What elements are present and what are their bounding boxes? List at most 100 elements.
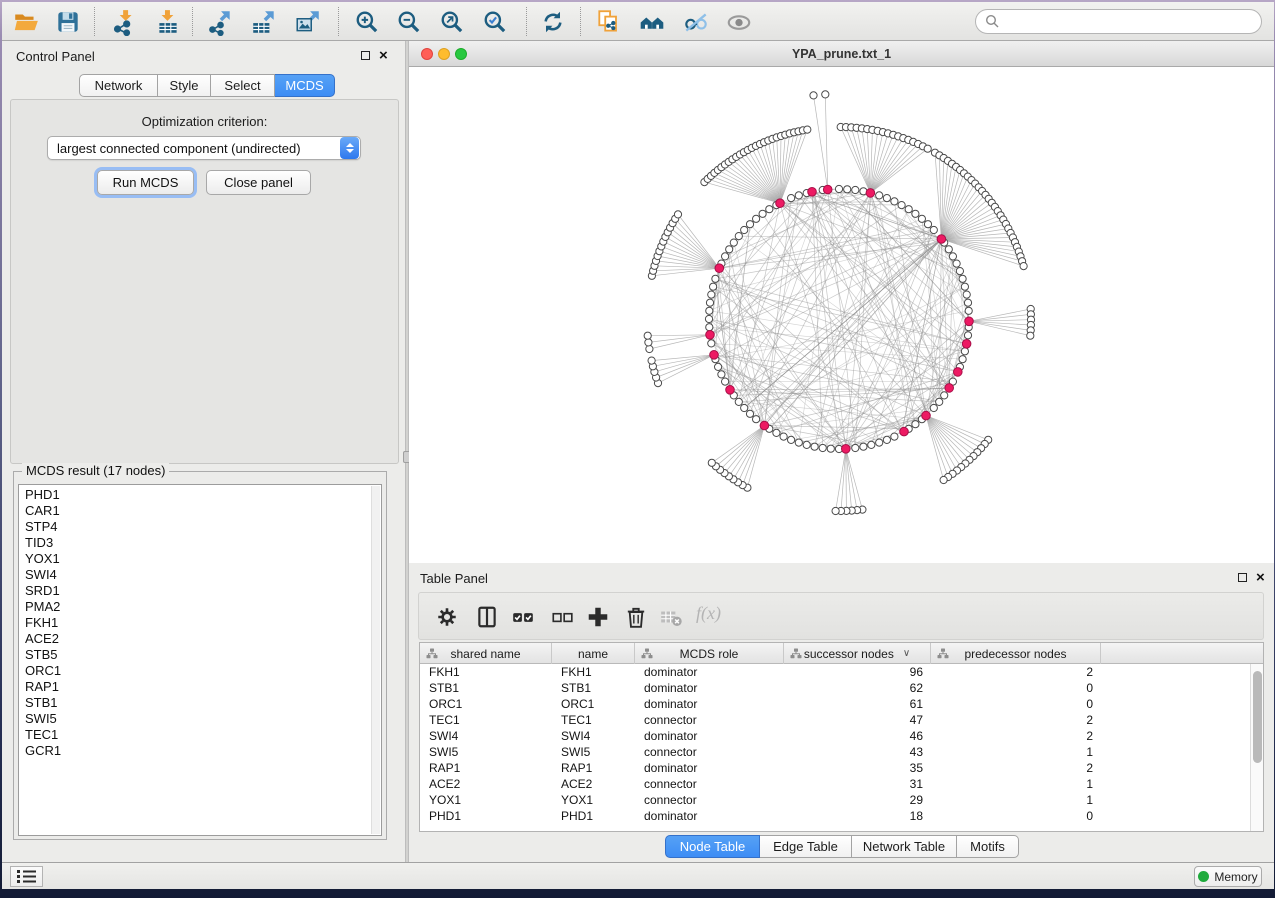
graph-node[interactable]	[924, 221, 931, 228]
table-row[interactable]: ACE2ACE2connector311	[420, 776, 1250, 792]
table-row[interactable]: FKH1FKH1dominator962	[420, 664, 1250, 680]
graph-node[interactable]	[868, 441, 875, 448]
graph-node[interactable]	[891, 198, 898, 205]
tab-edge-table[interactable]: Edge Table	[760, 835, 852, 858]
graph-node[interactable]	[860, 443, 867, 450]
graph-node[interactable]	[773, 429, 780, 436]
float-table-panel-icon[interactable]	[1238, 573, 1247, 582]
table-settings-gear-icon[interactable]	[432, 602, 462, 632]
cell-successor-nodes[interactable]: 35	[784, 760, 931, 776]
tab-style[interactable]: Style	[158, 74, 211, 97]
graph-node[interactable]	[945, 246, 952, 253]
zoom-fit-icon[interactable]	[435, 5, 469, 38]
cell-name[interactable]: SWI4	[552, 728, 635, 744]
graph-node[interactable]	[832, 507, 839, 514]
first-neighbors-icon[interactable]	[635, 5, 669, 38]
cell-shared-name[interactable]: PHD1	[420, 808, 552, 824]
cell-mcds-role[interactable]: dominator	[635, 728, 784, 744]
cell-mcds-role[interactable]: dominator	[635, 808, 784, 824]
graph-node[interactable]	[705, 315, 712, 322]
table-scrollbar-thumb[interactable]	[1253, 671, 1262, 763]
mcds-result-item[interactable]: ACE2	[19, 631, 381, 647]
graph-dominator-node[interactable]	[962, 340, 971, 349]
mcds-result-item[interactable]: STP4	[19, 519, 381, 535]
graph-node[interactable]	[715, 363, 722, 370]
search-input[interactable]	[1006, 14, 1252, 29]
cell-predecessor-nodes[interactable]: 2	[931, 712, 1101, 728]
select-all-icon[interactable]	[508, 602, 538, 632]
table-row[interactable]: YOX1YOX1connector291	[420, 792, 1250, 808]
graph-node[interactable]	[844, 186, 851, 193]
table-row[interactable]: SWI5SWI5connector431	[420, 744, 1250, 760]
cell-successor-nodes[interactable]: 47	[784, 712, 931, 728]
cell-mcds-role[interactable]: dominator	[635, 696, 784, 712]
graph-dominator-node[interactable]	[842, 445, 851, 454]
export-network-icon[interactable]	[203, 5, 237, 38]
cell-successor-nodes[interactable]: 96	[784, 664, 931, 680]
graph-node[interactable]	[852, 444, 859, 451]
cell-successor-nodes[interactable]: 31	[784, 776, 931, 792]
column-header-shared-name[interactable]: shared name	[420, 643, 552, 664]
graph-node[interactable]	[959, 356, 966, 363]
graph-node[interactable]	[741, 226, 748, 233]
graph-node[interactable]	[710, 283, 717, 290]
mcds-result-item[interactable]: GCR1	[19, 743, 381, 759]
graph-node[interactable]	[941, 392, 948, 399]
graph-node[interactable]	[959, 275, 966, 282]
graph-dominator-node[interactable]	[706, 331, 715, 340]
memory-button[interactable]: Memory	[1194, 866, 1262, 887]
cell-predecessor-nodes[interactable]: 2	[931, 760, 1101, 776]
graph-node[interactable]	[746, 410, 753, 417]
cell-successor-nodes[interactable]: 46	[784, 728, 931, 744]
column-header-successor-nodes[interactable]: successor nodes∨	[784, 643, 931, 664]
cell-successor-nodes[interactable]: 62	[784, 680, 931, 696]
export-table-icon[interactable]	[247, 5, 281, 38]
network-window-titlebar[interactable]: YPA_prune.txt_1	[409, 41, 1274, 67]
cell-predecessor-nodes[interactable]: 2	[931, 664, 1101, 680]
graph-dominator-node[interactable]	[760, 421, 769, 430]
graph-node[interactable]	[956, 268, 963, 275]
cell-mcds-role[interactable]: connector	[635, 744, 784, 760]
graph-node[interactable]	[891, 433, 898, 440]
run-mcds-button[interactable]: Run MCDS	[97, 170, 194, 195]
graph-dominator-node[interactable]	[900, 427, 909, 436]
graph-node[interactable]	[804, 126, 811, 133]
table-scrollbar[interactable]	[1250, 664, 1263, 831]
cell-successor-nodes[interactable]: 61	[784, 696, 931, 712]
graph-node[interactable]	[912, 421, 919, 428]
mcds-result-item[interactable]: YOX1	[19, 551, 381, 567]
cell-successor-nodes[interactable]: 43	[784, 744, 931, 760]
cell-name[interactable]: FKH1	[552, 664, 635, 680]
graph-node[interactable]	[1020, 263, 1027, 270]
cell-mcds-role[interactable]: connector	[635, 776, 784, 792]
cell-predecessor-nodes[interactable]: 1	[931, 744, 1101, 760]
close-panel-button[interactable]: Close panel	[206, 170, 311, 195]
export-image-icon[interactable]	[291, 5, 325, 38]
graph-dominator-node[interactable]	[726, 386, 735, 395]
list-scrollbar[interactable]	[371, 486, 380, 834]
column-header-predecessor-nodes[interactable]: predecessor nodes	[931, 643, 1101, 664]
tab-select[interactable]: Select	[211, 74, 275, 97]
cell-mcds-role[interactable]: dominator	[635, 664, 784, 680]
graph-node[interactable]	[706, 299, 713, 306]
table-row[interactable]: TEC1TEC1connector472	[420, 712, 1250, 728]
mcds-result-item[interactable]: SRD1	[19, 583, 381, 599]
graph-dominator-node[interactable]	[937, 235, 946, 244]
cell-shared-name[interactable]: RAP1	[420, 760, 552, 776]
graph-node[interactable]	[780, 433, 787, 440]
graph-node[interactable]	[930, 226, 937, 233]
graph-node[interactable]	[766, 206, 773, 213]
cell-name[interactable]: PHD1	[552, 808, 635, 824]
graph-node[interactable]	[940, 476, 947, 483]
cell-predecessor-nodes[interactable]: 1	[931, 776, 1101, 792]
graph-node[interactable]	[835, 185, 842, 192]
graph-node[interactable]	[912, 210, 919, 217]
cell-name[interactable]: TEC1	[552, 712, 635, 728]
graph-node[interactable]	[722, 378, 729, 385]
graph-node[interactable]	[735, 233, 742, 240]
cell-shared-name[interactable]: FKH1	[420, 664, 552, 680]
refresh-icon[interactable]	[536, 5, 570, 38]
cell-mcds-role[interactable]: dominator	[635, 680, 784, 696]
cell-shared-name[interactable]: TEC1	[420, 712, 552, 728]
cell-shared-name[interactable]: ACE2	[420, 776, 552, 792]
